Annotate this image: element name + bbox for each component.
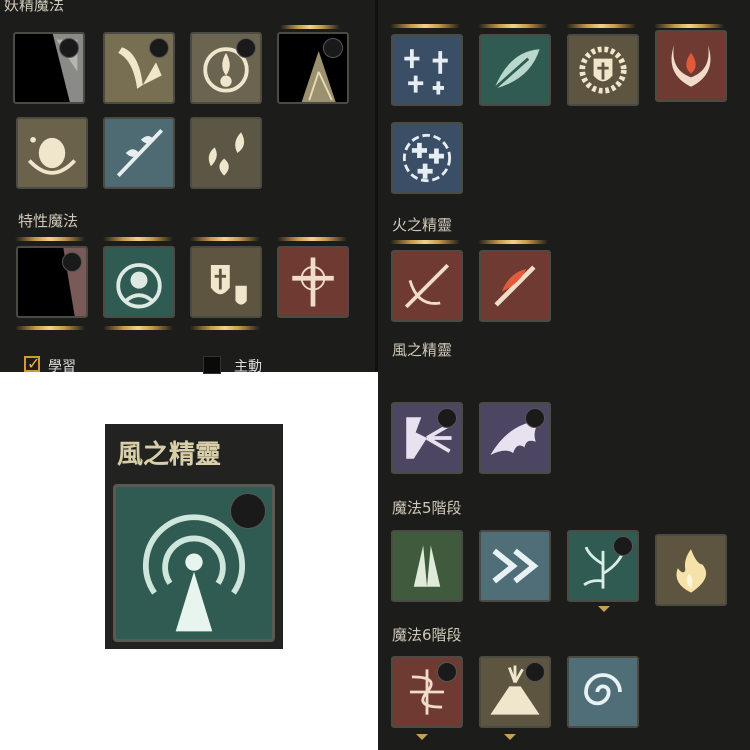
cross-stars-icon[interactable] — [391, 34, 463, 106]
gold-divider — [190, 237, 260, 241]
fairy-circle-icon[interactable] — [16, 117, 88, 189]
cooldown-indicator — [62, 252, 82, 272]
cooldown-indicator — [437, 408, 457, 428]
hidden-tree-icon[interactable] — [277, 32, 349, 104]
skill-slot-hidden[interactable] — [13, 32, 85, 104]
spirit-ring-icon[interactable] — [103, 246, 175, 318]
section-trait-magic: 特性魔法 — [18, 212, 79, 230]
praying-hands-icon[interactable] — [391, 530, 463, 602]
section-magic-tier6: 魔法6階段 — [392, 626, 462, 644]
cross-burst-icon[interactable] — [277, 246, 349, 318]
gold-divider — [390, 24, 460, 28]
circle-crosses-icon[interactable] — [391, 122, 463, 194]
expand-chevron-icon[interactable] — [598, 606, 610, 612]
fire-blade-icon[interactable] — [479, 250, 551, 322]
skill-panel-left: 妖精魔法 特性魔法 ✓ 學習 主動 — [0, 0, 375, 375]
gold-divider — [103, 326, 173, 330]
double-chevron-icon[interactable] — [479, 530, 551, 602]
gold-divider — [15, 326, 85, 330]
section-magic-tier5: 魔法5階段 — [392, 499, 462, 517]
gold-divider — [280, 25, 340, 29]
vortex-portal-icon[interactable] — [567, 656, 639, 728]
gold-divider — [15, 237, 85, 241]
feather-slash-icon[interactable] — [103, 32, 175, 104]
wind-leaf-icon[interactable] — [479, 34, 551, 106]
active-checkbox[interactable] — [203, 356, 221, 374]
wind-shatter-icon[interactable] — [391, 402, 463, 474]
learned-checkbox[interactable]: ✓ — [24, 354, 41, 373]
nature-tree-icon[interactable] — [567, 530, 639, 602]
section-fairy-magic: 妖精魔法 — [4, 0, 65, 14]
gold-divider — [103, 237, 173, 241]
zoom-title: 風之精靈 — [117, 440, 222, 470]
zoomed-skill-preview: 風之精靈 — [105, 424, 283, 649]
expand-chevron-icon[interactable] — [416, 734, 428, 740]
fire-horns-icon[interactable] — [655, 30, 727, 102]
section-wind-spirit: 風之精靈 — [392, 341, 453, 359]
vine-spear-icon[interactable] — [103, 117, 175, 189]
gold-divider — [277, 237, 347, 241]
cooldown-indicator — [59, 38, 79, 58]
checkmark-icon: ✓ — [27, 354, 41, 373]
gold-divider — [390, 240, 460, 244]
cooldown-indicator — [437, 662, 457, 682]
gold-divider — [654, 24, 724, 28]
spirit-orb-icon[interactable] — [190, 32, 262, 104]
flame-sword-icon[interactable] — [391, 250, 463, 322]
holy-shields-icon[interactable] — [190, 246, 262, 318]
gold-divider — [478, 24, 548, 28]
active-label: 主動 — [234, 359, 262, 375]
cooldown-indicator — [525, 662, 545, 682]
cooldown-indicator — [230, 493, 266, 529]
golden-flame-icon[interactable] — [655, 534, 727, 606]
volcano-icon[interactable] — [479, 656, 551, 728]
demon-wings-icon[interactable] — [479, 402, 551, 474]
elemental-flames-icon[interactable] — [190, 117, 262, 189]
skill-slot-hidden[interactable] — [16, 246, 88, 318]
sun-shield-icon[interactable] — [567, 34, 639, 106]
cooldown-indicator — [236, 38, 256, 58]
cooldown-indicator — [613, 536, 633, 556]
gold-divider — [190, 326, 260, 330]
cooldown-indicator — [149, 38, 169, 58]
wind-tunnel-icon[interactable] — [113, 484, 275, 642]
chaos-rune-icon[interactable] — [391, 656, 463, 728]
cooldown-indicator — [323, 38, 343, 58]
cooldown-indicator — [525, 408, 545, 428]
skill-panel-right: 火之精靈 風之精靈 魔法5階段 魔法6階段 — [378, 0, 750, 750]
section-fire-spirit: 火之精靈 — [392, 216, 453, 234]
expand-chevron-icon[interactable] — [504, 734, 516, 740]
gold-divider — [478, 240, 548, 244]
learned-label: 學習 — [48, 359, 76, 375]
gold-divider — [566, 24, 636, 28]
